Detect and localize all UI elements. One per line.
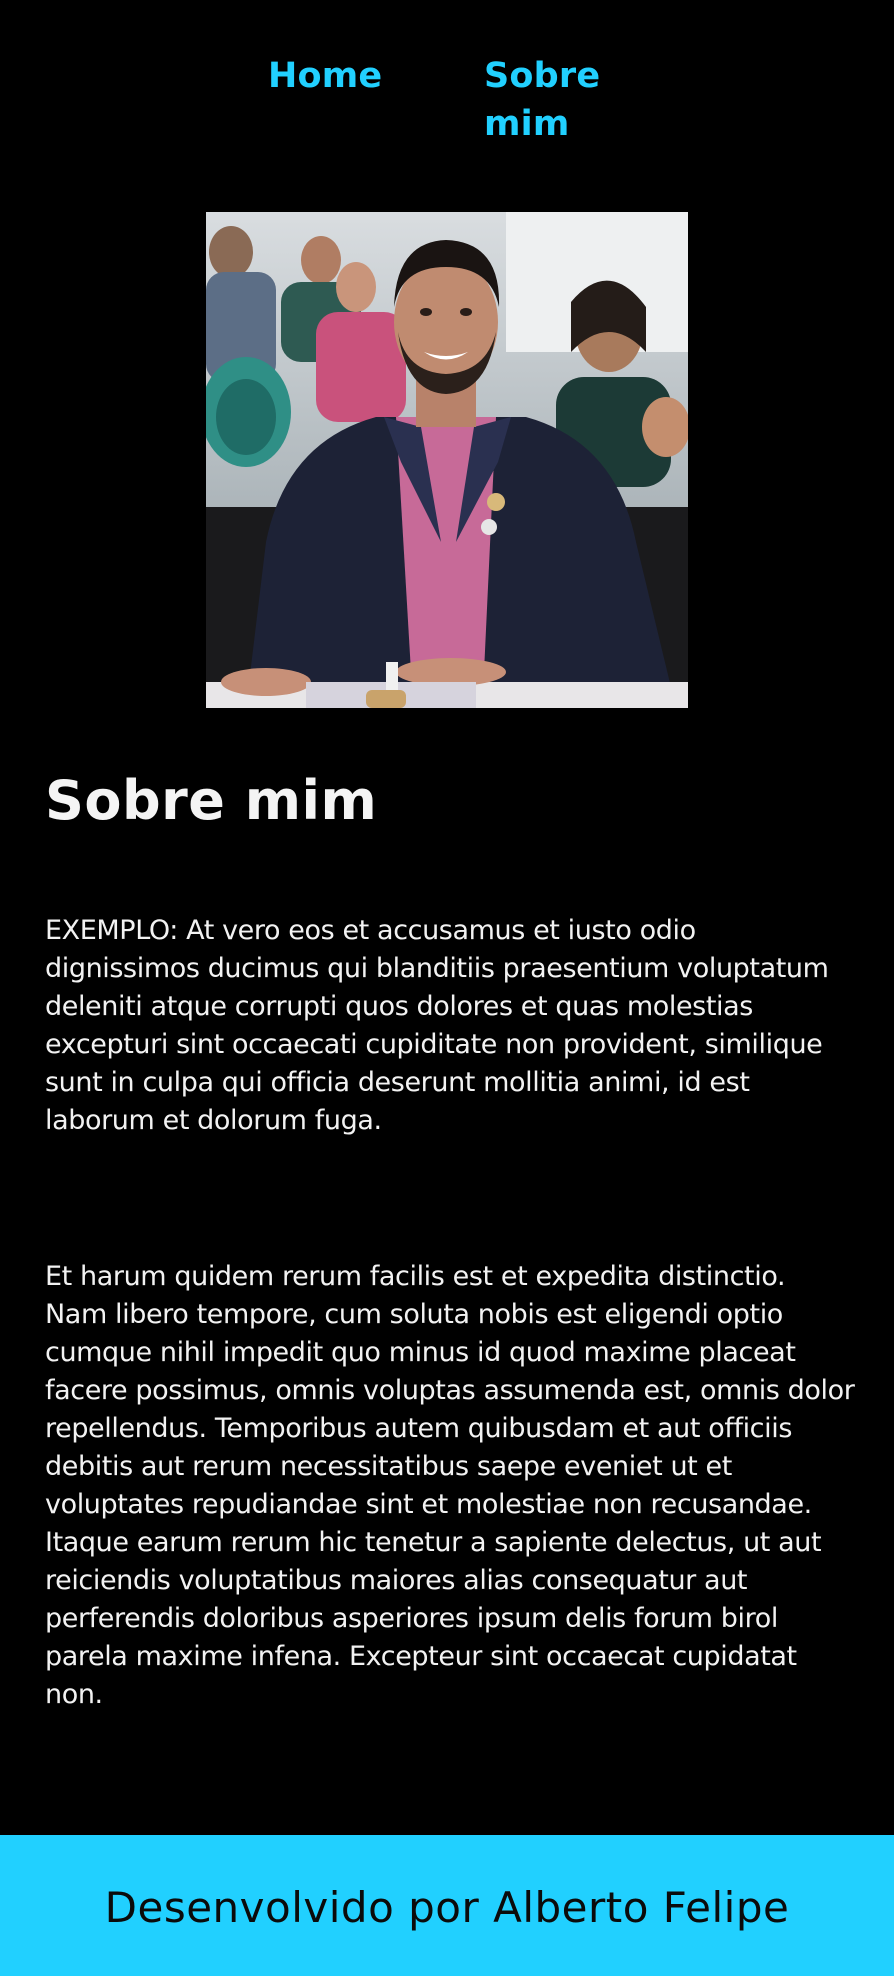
main-nav: Home Sobre mim [0, 52, 894, 152]
page-title: Sobre mim [45, 769, 378, 832]
profile-photo-image [206, 212, 688, 708]
footer-credit: Desenvolvido por Alberto Felipe [104, 1883, 790, 1932]
about-paragraph-1: EXEMPLO: At vero eos et accusamus et ius… [45, 915, 829, 1136]
profile-photo [206, 212, 688, 708]
footer: Desenvolvido por Alberto Felipe [0, 1835, 894, 1976]
nav-link-home[interactable]: Home [268, 52, 382, 100]
nav-link-about[interactable]: Sobre mim [484, 52, 634, 148]
about-paragraph-2: Et harum quidem rerum facilis est et exp… [45, 1261, 855, 1710]
